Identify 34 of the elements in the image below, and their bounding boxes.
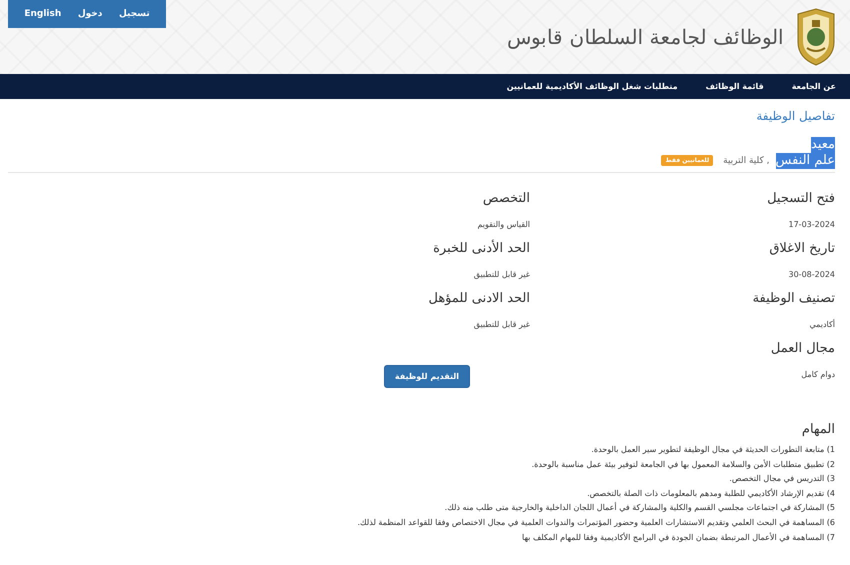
task-item: 1) متابعة التطورات الحديثة في مجال الوظيفة لتطوير سير العمل بالوحدة. (590, 444, 835, 456)
apply-button[interactable]: التقديم للوظيفة (384, 365, 470, 388)
site-title: الوظائف لجامعة السلطان قابوس (506, 25, 784, 49)
task-item: 7) المساهمة في الأعمال المرتبطة بضمان الجودة في البرامج الأكاديمية وفقا للمهام المكلف بها (521, 531, 835, 544)
detail-label: تصنيف الوظيفة (752, 291, 835, 306)
task-item: 5) المشاركة في اجتماعات مجلسي القسم والكلية والمشاركة في أعمال اللجان الداخلية والخارجية متى طلب منه ذلك. (444, 501, 835, 514)
section-heading: المهام (800, 422, 835, 437)
nav-link[interactable]: قائمة الوظائف (706, 82, 764, 91)
top-link[interactable]: تسجيل (118, 9, 150, 19)
detail-value: القياس والتقويم (477, 220, 530, 229)
detail-label: التخصص (482, 191, 530, 206)
detail-label: الحد الأدنى للخبرة (433, 241, 530, 256)
detail-label: الحد الادنى للمؤهل (428, 291, 530, 306)
job-title: معيد (811, 137, 835, 153)
detail-value: 30-08-2024 (788, 270, 835, 279)
task-item: 3) التدريس في مجال التخصص. (728, 473, 835, 486)
nav-link[interactable]: متطلبات شغل الوظائف الأكاديمية للعمانيين (506, 82, 678, 91)
detail-label: مجال العمل (770, 341, 835, 356)
task-item: 2) تطبيق متطلبات الأمن والسلامة المعمول بها في الجامعة لتوفير بيئة عمل مناسبة بالوحدة. (530, 458, 835, 471)
detail-label: فتح التسجيل (767, 191, 835, 206)
detail-value: 17-03-2024 (788, 220, 835, 229)
detail-value: غير قابل للتطبيق (474, 270, 530, 279)
detail-value: أكاديمي (809, 320, 835, 329)
nav-link[interactable]: عن الجامعة (792, 82, 836, 91)
detail-value: دوام كامل (801, 370, 835, 379)
task-item: 4) تقديم الإرشاد الأكاديمي للطلبة ومدهم بالمعلومات ذات الصلة بالتخصص. (586, 487, 835, 500)
top-link[interactable]: English (24, 9, 62, 19)
college-name: , كلية التربية (723, 156, 770, 166)
job-title: علم النفس (776, 153, 835, 169)
page-heading: تفاصيل الوظيفة (755, 109, 835, 123)
top-link[interactable]: دخول (78, 9, 102, 19)
detail-value: غير قابل للتطبيق (474, 320, 530, 329)
detail-label: تاريخ الاغلاق (769, 241, 835, 256)
task-item: 6) المساهمة في البحث العلمي وتقديم الاستشارات العلمية وحضور المؤتمرات والندوات العلمية في مجال الاختصاص وفقا للقواعد المنظمة لذلك. (356, 516, 835, 529)
